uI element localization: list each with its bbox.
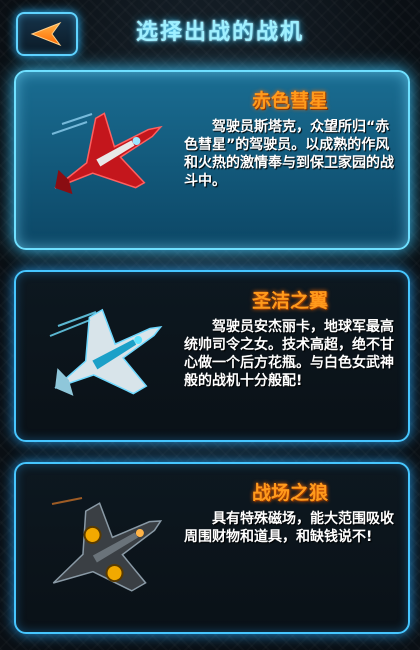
fighter-description: 驾驶员斯塔克，众望所归“赤色彗星”的驾驶员。以成熟的作风和火热的激情奉与到保卫家… (184, 119, 394, 189)
back-button[interactable] (16, 12, 78, 56)
fighter-name: 战场之狼 (251, 482, 328, 504)
fighter-card-battle-wolf[interactable]: 战场之狼 具有特殊磁场，能大范围吸收周围财物和道具，和缺钱说不! (14, 462, 410, 634)
page-title: 选择出战的战机 (135, 20, 304, 45)
back-arrow-icon (30, 21, 62, 47)
red-jet-icon (51, 112, 163, 195)
fighter-card-red-comet[interactable]: 赤色彗星 驾驶员斯塔克，众望所归“赤色彗星”的驾驶员。以成熟的作风和火热的激情奉… (14, 70, 410, 250)
fighter-description: 具有特殊磁场，能大范围吸收周围财物和道具，和缺钱说不! (184, 511, 394, 545)
fighter-name: 圣洁之翼 (251, 290, 328, 312)
white-jet-icon (49, 308, 163, 396)
fighter-card-holy-wing[interactable]: 圣洁之翼 驾驶员安杰丽卡，地球军最高统帅司令之女。技术高超，绝不甘心做一个后方花… (14, 270, 410, 442)
fighter-name: 赤色彗星 (251, 90, 328, 112)
dark-jet-icon (51, 497, 163, 592)
fighter-description: 驾驶员安杰丽卡，地球军最高统帅司令之女。技术高超，绝不甘心做一个后方花瓶。与白色… (184, 319, 394, 389)
